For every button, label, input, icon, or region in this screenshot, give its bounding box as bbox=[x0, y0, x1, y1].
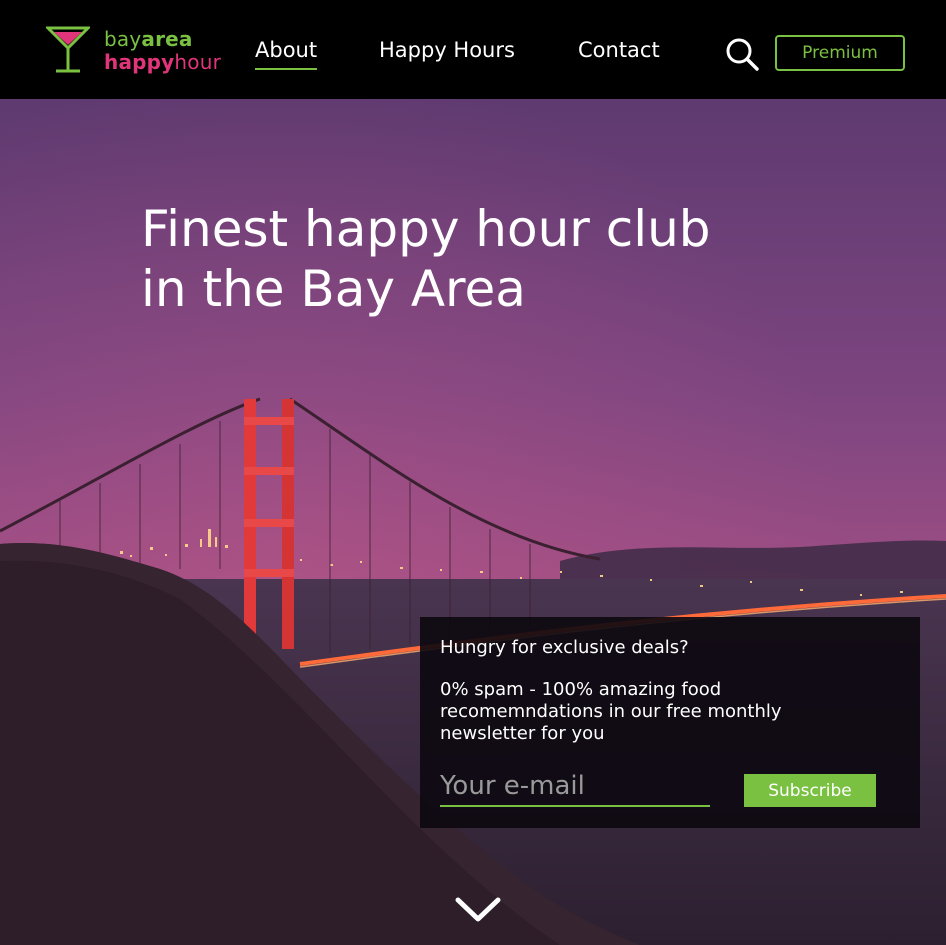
logo[interactable]: bayarea happyhour bbox=[46, 26, 236, 76]
logo-text: bayarea happyhour bbox=[104, 28, 221, 74]
hero-section: Finest happy hour club in the Bay Area H… bbox=[0, 99, 946, 945]
hero-title-line-2: in the Bay Area bbox=[141, 260, 526, 318]
email-input[interactable] bbox=[440, 767, 710, 807]
newsletter-description: 0% spam - 100% amazing food recomemndati… bbox=[440, 679, 782, 744]
site-header: bayarea happyhour About Happy Hours Cont… bbox=[0, 0, 946, 99]
nav-contact[interactable]: Contact bbox=[578, 38, 660, 62]
nav-happy-hours[interactable]: Happy Hours bbox=[379, 38, 515, 62]
cocktail-glass-icon bbox=[46, 26, 90, 73]
newsletter-box: Hungry for exclusive deals? 0% spam - 10… bbox=[420, 617, 920, 828]
nav-about[interactable]: About bbox=[255, 38, 318, 70]
logo-word-happy: happy bbox=[104, 50, 175, 74]
logo-word-bay: bay bbox=[104, 27, 142, 51]
premium-button[interactable]: Premium bbox=[775, 35, 905, 71]
newsletter-heading: Hungry for exclusive deals? bbox=[440, 637, 689, 658]
search-icon bbox=[726, 38, 759, 71]
scroll-down-button[interactable] bbox=[454, 895, 502, 925]
logo-word-hour: hour bbox=[174, 50, 222, 74]
subscribe-button[interactable]: Subscribe bbox=[744, 774, 876, 807]
hero-title: Finest happy hour club in the Bay Area bbox=[141, 199, 711, 319]
logo-word-area: area bbox=[141, 27, 193, 51]
search-button[interactable] bbox=[725, 37, 759, 71]
hero-title-line-1: Finest happy hour club bbox=[141, 200, 711, 258]
chevron-down-icon bbox=[455, 897, 501, 922]
